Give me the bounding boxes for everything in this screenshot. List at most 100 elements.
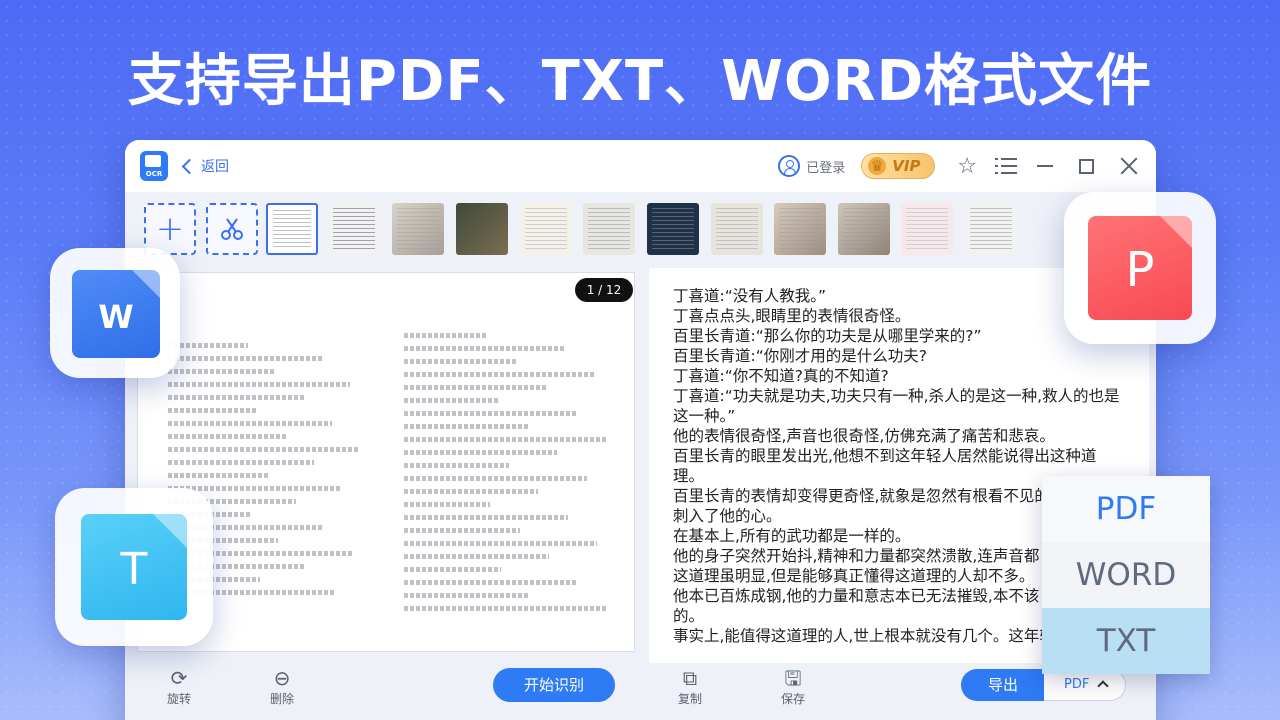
save-label: 保存 (780, 692, 805, 706)
scan-line (168, 473, 268, 478)
scanned-page-right-column (404, 333, 614, 619)
rotate-icon: ⟳ (170, 666, 188, 690)
page-thumbnail[interactable] (456, 203, 508, 255)
export-format-value: PDF (1064, 677, 1090, 692)
text-line: 这一种。” (673, 407, 736, 425)
word-letter: W (98, 298, 134, 336)
login-label: 已登录 (806, 160, 846, 176)
scan-line (404, 437, 606, 442)
scan-line (404, 567, 501, 572)
page-thumbnail[interactable] (774, 203, 826, 255)
rotate-button[interactable]: ⟳ 旋转 (159, 666, 199, 707)
plus-icon: + (155, 209, 185, 249)
dropdown-option-word[interactable]: WORD (1042, 542, 1210, 608)
scan-line (404, 502, 491, 507)
crop-button[interactable] (206, 203, 258, 255)
txt-file-badge: T (55, 488, 213, 646)
copy-button[interactable]: ⧉ 复制 (670, 666, 710, 707)
scan-line (404, 359, 518, 364)
word-file-icon: W (72, 270, 160, 358)
app-logo-text: OCR (145, 170, 163, 178)
scan-line (168, 460, 314, 465)
dropdown-option-txt[interactable]: TXT (1042, 608, 1210, 674)
start-recognition-button[interactable]: 开始识别 (493, 668, 615, 702)
close-icon[interactable] (1120, 157, 1138, 175)
page-thumbnail[interactable] (711, 203, 763, 255)
rotate-label: 旋转 (166, 692, 191, 706)
star-icon[interactable]: ☆ (957, 154, 977, 179)
login-status[interactable]: 已登录 (778, 155, 845, 177)
text-line: 百里长青道:“你刚才用的是什么功夫? (673, 347, 927, 365)
vip-badge[interactable]: ♛ VIP (861, 153, 936, 179)
scan-line (168, 447, 360, 452)
scan-line (168, 382, 350, 387)
page-thumbnail[interactable] (901, 203, 953, 255)
titlebar-controls: 已登录 ♛ VIP ☆ (778, 140, 1138, 192)
scan-line (404, 541, 598, 546)
text-line: 丁喜道:“你不知道?真的不知道? (673, 367, 889, 385)
export-button[interactable]: 导出 (961, 669, 1045, 701)
copy-icon: ⧉ (682, 666, 698, 690)
page-thumbnail[interactable] (583, 203, 635, 255)
dropdown-option-pdf[interactable]: PDF (1042, 476, 1210, 542)
scan-line (168, 343, 248, 348)
delete-button[interactable]: ⊖ 删除 (262, 666, 302, 707)
app-logo: OCR (140, 151, 168, 181)
maximize-icon[interactable] (1079, 158, 1094, 174)
page-thumbnail[interactable] (328, 203, 380, 255)
scan-line (404, 489, 539, 494)
page-indicator: 1 / 12 (575, 278, 633, 302)
remove-circle-icon: ⊖ (273, 666, 291, 690)
user-icon (778, 155, 801, 177)
scan-line (168, 395, 304, 400)
thumbnail-strip: + (125, 192, 1156, 262)
crown-icon: ♛ (868, 157, 887, 175)
pdf-letter: P (1125, 242, 1155, 298)
text-line: 丁喜点点头,眼睛里的表情很奇怪。 (673, 307, 911, 325)
scan-line (404, 606, 608, 611)
scan-line (168, 434, 286, 439)
scan-line (168, 408, 258, 413)
page-thumbnail[interactable] (392, 203, 444, 255)
save-button[interactable]: 🖫 保存 (773, 666, 813, 707)
minimize-icon[interactable] (1037, 165, 1053, 167)
page-thumbnail[interactable] (266, 203, 318, 255)
pdf-file-badge: P (1064, 192, 1216, 344)
scan-line (404, 528, 520, 533)
copy-label: 复制 (677, 692, 702, 706)
floppy-disk-icon: 🖫 (784, 666, 802, 690)
back-label: 返回 (201, 159, 229, 175)
scan-line (404, 346, 566, 351)
chevron-up-icon (1097, 680, 1109, 692)
page-thumbnail[interactable] (838, 203, 890, 255)
page-thumbnail[interactable] (520, 203, 572, 255)
scan-line (404, 515, 568, 520)
scan-line (404, 385, 547, 390)
scan-line (404, 463, 509, 468)
scan-line (404, 333, 488, 338)
export-format-dropdown: PDF WORD TXT (1042, 476, 1210, 674)
scan-line (404, 593, 530, 598)
page-headline: 支持导出PDF、TXT、WORD格式文件 (127, 49, 1153, 114)
text-line: 百里长青的眼里发出光,他想不到这年轻人居然能说得出这种道 (673, 447, 1097, 465)
scan-line (168, 369, 276, 374)
text-line: 丁喜道:“没有人教我。” (673, 287, 827, 305)
text-line: 百里长青道:“那么你的功夫是从哪里学来的?” (673, 327, 982, 345)
text-line: 他的表情很奇怪,声音也很奇怪,仿佛充满了痛苦和悲哀。 (673, 427, 1055, 445)
scan-line (404, 476, 587, 481)
scan-line (168, 356, 322, 361)
page-thumbnail[interactable] (647, 203, 699, 255)
vip-label: VIP (892, 157, 921, 175)
word-file-badge: W (50, 248, 180, 378)
back-button[interactable]: 返回 (180, 154, 229, 178)
bottom-toolbar: ⟳ 旋转 ⊖ 删除 开始识别 ⧉ 复制 🖫 保存 导出 PDF (125, 662, 1156, 720)
scan-line (168, 421, 332, 426)
scan-line (404, 580, 579, 585)
title-bar: OCR 返回 已登录 ♛ VIP ☆ (125, 140, 1156, 192)
menu-icon[interactable] (995, 158, 1017, 174)
txt-letter: T (120, 544, 148, 595)
scissors-icon (221, 218, 243, 240)
page-thumbnail[interactable] (965, 203, 1017, 255)
scan-line (404, 450, 558, 455)
scan-line (404, 424, 528, 429)
